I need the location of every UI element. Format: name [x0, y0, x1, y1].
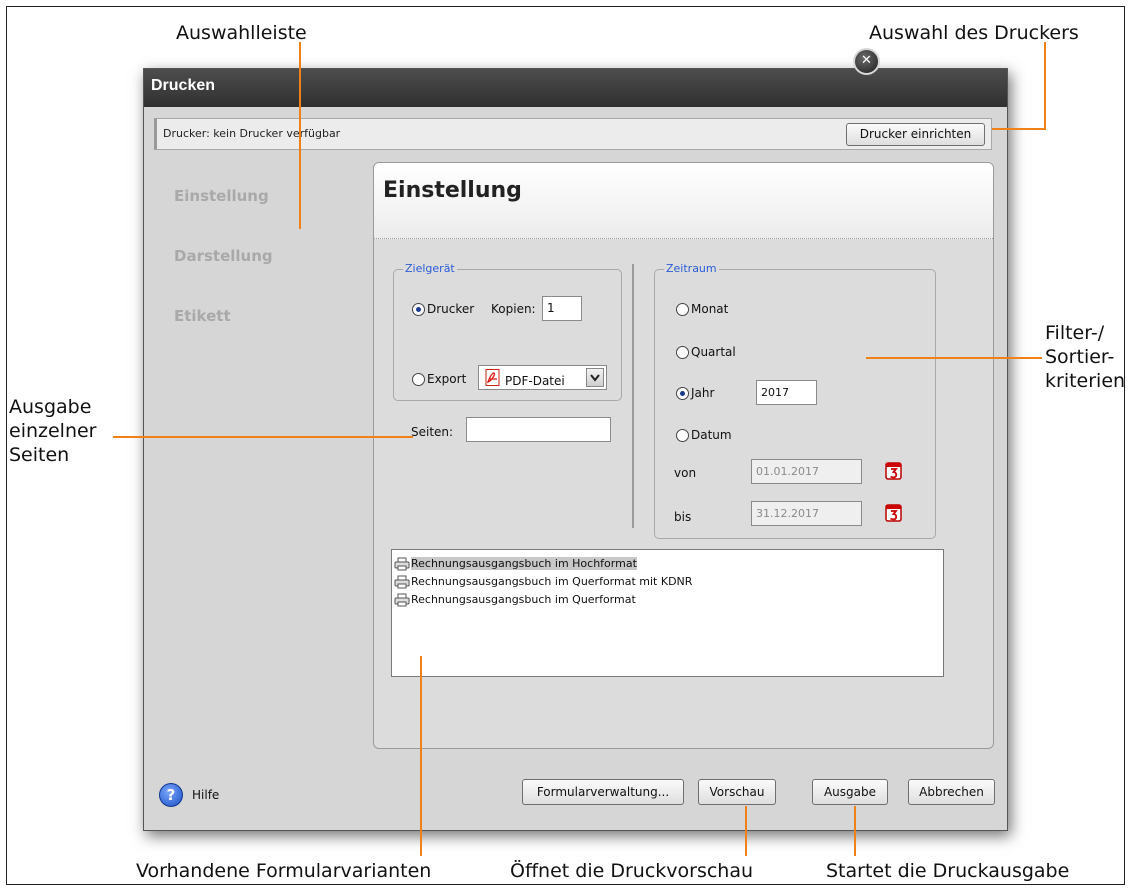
- nav-item-etikett[interactable]: Etikett: [174, 307, 231, 325]
- panel-title: Einstellung: [383, 178, 522, 203]
- export-radio-label: Export: [427, 372, 467, 386]
- nav-item-darstellung[interactable]: Darstellung: [174, 247, 273, 265]
- von-label: von: [674, 466, 697, 480]
- export-radio[interactable]: [412, 373, 425, 386]
- quartal-label: Quartal: [691, 345, 736, 359]
- help-label[interactable]: Hilfe: [192, 788, 219, 802]
- callout-auswahl-drucker: Auswahl des Druckers: [869, 22, 1079, 44]
- abbrechen-button[interactable]: Abbrechen: [908, 779, 995, 805]
- printer-setup-button[interactable]: Drucker einrichten: [846, 123, 985, 146]
- chevron-down-icon: [590, 374, 600, 382]
- form-list[interactable]: Rechnungsausgangsbuch im Hochformat Rech…: [391, 549, 944, 677]
- callout-auswahlleiste: Auswahlleiste: [176, 22, 307, 44]
- calendar-icon[interactable]: [885, 461, 902, 480]
- callout-ausgabe-line3: Seiten: [9, 444, 70, 466]
- dialog-title: Drucken: [151, 77, 216, 94]
- callout-filter-line3: kriterien: [1045, 370, 1126, 392]
- printer-status-label: Drucker: kein Drucker verfügbar: [163, 127, 341, 140]
- settings-panel: Einstellung Zielgerät Drucker Kopien: 1 …: [373, 162, 994, 749]
- monat-radio[interactable]: [676, 303, 689, 316]
- leader-line-seiten: [113, 436, 413, 438]
- drucker-radio[interactable]: [412, 303, 425, 316]
- callout-ausgabe-line2: einzelner: [9, 420, 97, 442]
- form-name: Rechnungsausgangsbuch im Hochformat: [411, 557, 637, 570]
- vertical-divider: [632, 264, 634, 528]
- dialog-titlebar: Drucken: [144, 69, 1007, 107]
- callout-ausgabe-line1: Ausgabe: [9, 396, 92, 418]
- drucker-radio-label: Drucker: [427, 302, 475, 316]
- pdf-icon: [485, 369, 500, 386]
- export-format-select[interactable]: PDF-Datei: [478, 365, 607, 390]
- leader-line-filter: [866, 357, 1042, 359]
- list-item[interactable]: Rechnungsausgangsbuch im Querformat: [394, 591, 636, 608]
- bis-label: bis: [674, 510, 692, 524]
- callout-filter-line2: Sortier-: [1045, 346, 1115, 368]
- callout-filter-line1: Filter-/: [1045, 322, 1105, 344]
- dropdown-button[interactable]: [586, 368, 604, 387]
- leader-line-auswahlleiste: [299, 42, 301, 229]
- printer-icon: [394, 557, 410, 571]
- export-format-value: PDF-Datei: [505, 374, 565, 388]
- callout-druckausgabe: Startet die Druckausgabe: [826, 860, 1070, 882]
- bis-date-input[interactable]: 31.12.2017: [751, 501, 862, 526]
- von-date-input[interactable]: 01.01.2017: [751, 459, 862, 484]
- help-icon[interactable]: ?: [159, 783, 183, 807]
- formularverwaltung-button[interactable]: Formularverwaltung...: [522, 779, 684, 805]
- close-icon[interactable]: ✕: [853, 48, 880, 75]
- leader-line-drucker-vertical: [1044, 42, 1046, 129]
- zeitraum-group: Zeitraum Monat Quartal Jahr 2017 Datum v…: [654, 262, 936, 539]
- monat-label: Monat: [691, 302, 729, 316]
- leader-line-drucker-horizontal: [992, 128, 1046, 130]
- printer-icon: [394, 593, 410, 607]
- jahr-label: Jahr: [691, 386, 715, 400]
- zeitraum-legend: Zeitraum: [664, 262, 719, 275]
- calendar-icon[interactable]: [885, 503, 902, 522]
- datum-radio[interactable]: [676, 429, 689, 442]
- printer-bar: Drucker: kein Drucker verfügbar Drucker …: [154, 118, 992, 150]
- jahr-input[interactable]: 2017: [756, 380, 817, 405]
- callout-druckvorschau: Öffnet die Druckvorschau: [510, 860, 754, 882]
- form-name: Rechnungsausgangsbuch im Querformat mit …: [411, 575, 693, 588]
- zielgeraet-legend: Zielgerät: [403, 262, 457, 275]
- kopien-label: Kopien:: [491, 302, 536, 316]
- leader-line-vorschau: [745, 806, 747, 856]
- callout-formularvarianten: Vorhandene Formularvarianten: [136, 860, 432, 882]
- nav-item-einstellung[interactable]: Einstellung: [174, 187, 269, 205]
- list-item[interactable]: Rechnungsausgangsbuch im Querformat mit …: [394, 573, 692, 590]
- jahr-radio[interactable]: [676, 387, 689, 400]
- datum-label: Datum: [691, 428, 732, 442]
- ausgabe-button[interactable]: Ausgabe: [812, 779, 888, 805]
- seiten-label: Seiten:: [411, 425, 454, 439]
- form-name: Rechnungsausgangsbuch im Querformat: [411, 593, 636, 606]
- list-item[interactable]: Rechnungsausgangsbuch im Hochformat: [394, 555, 637, 572]
- kopien-input[interactable]: 1: [542, 296, 582, 321]
- panel-header: Einstellung: [374, 163, 993, 239]
- print-dialog: Drucken Drucker: kein Drucker verfügbar …: [143, 68, 1008, 831]
- zielgeraet-group: Zielgerät Drucker Kopien: 1 Export PDF-D…: [393, 262, 622, 401]
- printer-icon: [394, 575, 410, 589]
- leader-line-formularvarianten: [420, 656, 422, 856]
- quartal-radio[interactable]: [676, 346, 689, 359]
- vorschau-button[interactable]: Vorschau: [698, 779, 776, 805]
- seiten-input[interactable]: [466, 417, 611, 442]
- leader-line-ausgabe: [854, 806, 856, 856]
